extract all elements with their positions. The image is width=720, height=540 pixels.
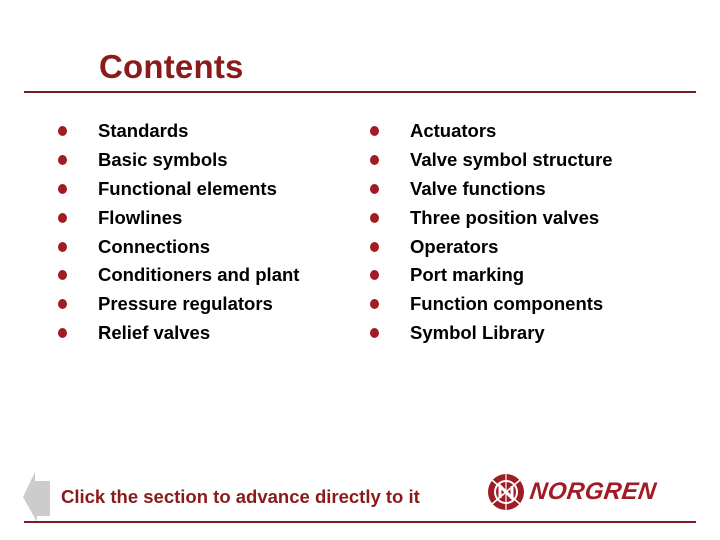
- footer-instruction: Click the section to advance directly to…: [61, 486, 420, 507]
- bullet-icon: [370, 126, 379, 137]
- contents-item-label: Actuators: [410, 120, 497, 142]
- contents-list-left: Standards Basic symbols Functional eleme…: [58, 117, 299, 347]
- contents-item-standards[interactable]: Standards: [58, 117, 299, 146]
- contents-item-valve-functions[interactable]: Valve functions: [370, 175, 613, 204]
- contents-item-flowlines[interactable]: Flowlines: [58, 203, 299, 232]
- bullet-icon: [58, 212, 67, 223]
- left-arrow-icon[interactable]: [22, 470, 52, 522]
- contents-item-label: Function components: [410, 293, 604, 315]
- top-divider: [24, 91, 696, 93]
- contents-item-valve-symbol-structure[interactable]: Valve symbol structure: [370, 146, 613, 175]
- contents-item-basic-symbols[interactable]: Basic symbols: [58, 146, 299, 175]
- page-title: Contents: [99, 48, 244, 85]
- contents-item-function-components[interactable]: Function components: [370, 290, 613, 319]
- bullet-icon: [370, 270, 379, 281]
- norgren-logo[interactable]: NORGREN: [486, 472, 659, 512]
- contents-item-label: Conditioners and plant: [98, 264, 300, 286]
- bullet-icon: [58, 126, 67, 137]
- contents-item-label: Symbol Library: [410, 321, 545, 343]
- bullet-icon: [370, 183, 379, 194]
- bullet-icon: [58, 270, 67, 281]
- bullet-icon: [370, 299, 379, 310]
- contents-item-label: Basic symbols: [98, 149, 228, 171]
- bullet-icon: [370, 241, 379, 252]
- contents-item-actuators[interactable]: Actuators: [370, 117, 613, 146]
- contents-item-symbol-library[interactable]: Symbol Library: [370, 319, 613, 348]
- contents-item-relief-valves[interactable]: Relief valves: [58, 319, 299, 348]
- contents-item-label: Functional elements: [98, 177, 277, 199]
- bullet-icon: [58, 183, 67, 194]
- contents-item-port-marking[interactable]: Port marking: [370, 261, 613, 290]
- contents-item-connections[interactable]: Connections: [58, 232, 299, 261]
- contents-item-label: Operators: [410, 235, 499, 257]
- logo-text: NORGREN: [528, 478, 659, 505]
- bullet-icon: [58, 155, 67, 166]
- contents-item-label: Standards: [98, 120, 189, 142]
- bottom-divider: [24, 521, 696, 523]
- bullet-icon: [370, 155, 379, 166]
- contents-item-label: Flowlines: [98, 206, 183, 228]
- contents-item-three-position-valves[interactable]: Three position valves: [370, 203, 613, 232]
- bullet-icon: [370, 212, 379, 223]
- contents-item-functional-elements[interactable]: Functional elements: [58, 175, 299, 204]
- contents-item-label: Three position valves: [410, 206, 600, 228]
- contents-item-operators[interactable]: Operators: [370, 232, 613, 261]
- bullet-icon: [58, 327, 67, 338]
- globe-logo-icon: [488, 474, 524, 510]
- contents-list-right: Actuators Valve symbol structure Valve f…: [370, 117, 613, 347]
- contents-item-label: Connections: [98, 235, 211, 257]
- contents-item-label: Valve symbol structure: [410, 149, 613, 171]
- contents-item-label: Valve functions: [410, 177, 546, 199]
- bullet-icon: [58, 241, 67, 252]
- contents-item-label: Relief valves: [98, 321, 211, 343]
- bullet-icon: [370, 327, 379, 338]
- bullet-icon: [58, 299, 67, 310]
- contents-item-conditioners-and-plant[interactable]: Conditioners and plant: [58, 261, 299, 290]
- contents-item-pressure-regulators[interactable]: Pressure regulators: [58, 290, 299, 319]
- contents-item-label: Pressure regulators: [98, 293, 273, 315]
- contents-item-label: Port marking: [410, 264, 525, 286]
